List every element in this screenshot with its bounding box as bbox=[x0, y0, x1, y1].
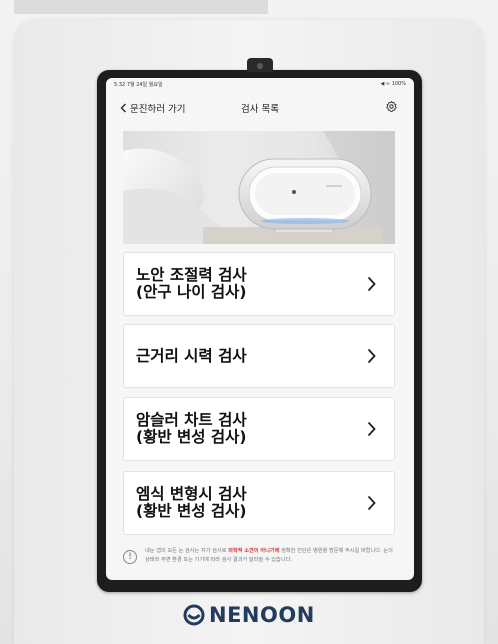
disclaimer-text: 내눈 앱의 모든 눈 검사는 자가 검사로 의학적 소견이 아니기에 정확한 진… bbox=[145, 547, 395, 565]
brand-name: NENOON bbox=[209, 603, 315, 627]
chevron-right-icon bbox=[367, 348, 376, 364]
status-bar: 5:32 7월 24일 월요일 ◀ ≈ 100% bbox=[114, 81, 406, 90]
page-title: 검사 목록 bbox=[241, 104, 279, 115]
test-item-near-vision[interactable]: 근거리 시력 검사 bbox=[123, 324, 395, 388]
gear-icon[interactable] bbox=[385, 100, 398, 113]
chevron-right-icon bbox=[367, 276, 376, 292]
disclaimer-highlight: 의학적 소견이 아니기에 bbox=[228, 548, 280, 554]
device-photo bbox=[123, 131, 395, 244]
nav-bar: 문진하러 가기 검사 목록 bbox=[106, 98, 414, 118]
test-item-label: 암슬러 차트 검사 (황반 변성 검사) bbox=[136, 411, 247, 446]
test-item-label: 근거리 시력 검사 bbox=[136, 346, 247, 365]
test-item-presbyopia[interactable]: 노안 조절력 검사 (안구 나이 검사) bbox=[123, 252, 395, 316]
hero-image bbox=[123, 131, 395, 244]
camera-lens bbox=[257, 63, 263, 69]
chevron-right-icon bbox=[367, 421, 376, 437]
brand-logo: NENOON bbox=[183, 600, 315, 630]
test-item-m-chart[interactable]: 엠식 변형시 검사 (황반 변성 검사) bbox=[123, 471, 395, 535]
test-item-label: 노안 조절력 검사 (안구 나이 검사) bbox=[136, 266, 247, 301]
chevron-right-icon bbox=[367, 495, 376, 511]
disclaimer-notice: ! 내눈 앱의 모든 눈 검사는 자가 검사로 의학적 소견이 아니기에 정확한… bbox=[123, 546, 395, 570]
status-time-date: 5:32 7월 24일 월요일 bbox=[114, 82, 163, 88]
status-icons: ◀ ≈ 100% bbox=[380, 81, 406, 87]
nenoon-logo-icon bbox=[183, 604, 205, 626]
shelf-strip bbox=[14, 0, 268, 14]
info-icon: ! bbox=[123, 550, 137, 564]
tablet-screen: 5:32 7월 24일 월요일 ◀ ≈ 100% 문진하러 가기 검사 목록 노… bbox=[106, 78, 414, 580]
test-item-amsler-chart[interactable]: 암슬러 차트 검사 (황반 변성 검사) bbox=[123, 397, 395, 461]
disclaimer-text-part: 내눈 앱의 모든 눈 검사는 자가 검사로 bbox=[145, 548, 229, 554]
camera-module bbox=[247, 58, 273, 72]
test-item-label: 엠식 변형시 검사 (황반 변성 검사) bbox=[136, 485, 247, 520]
